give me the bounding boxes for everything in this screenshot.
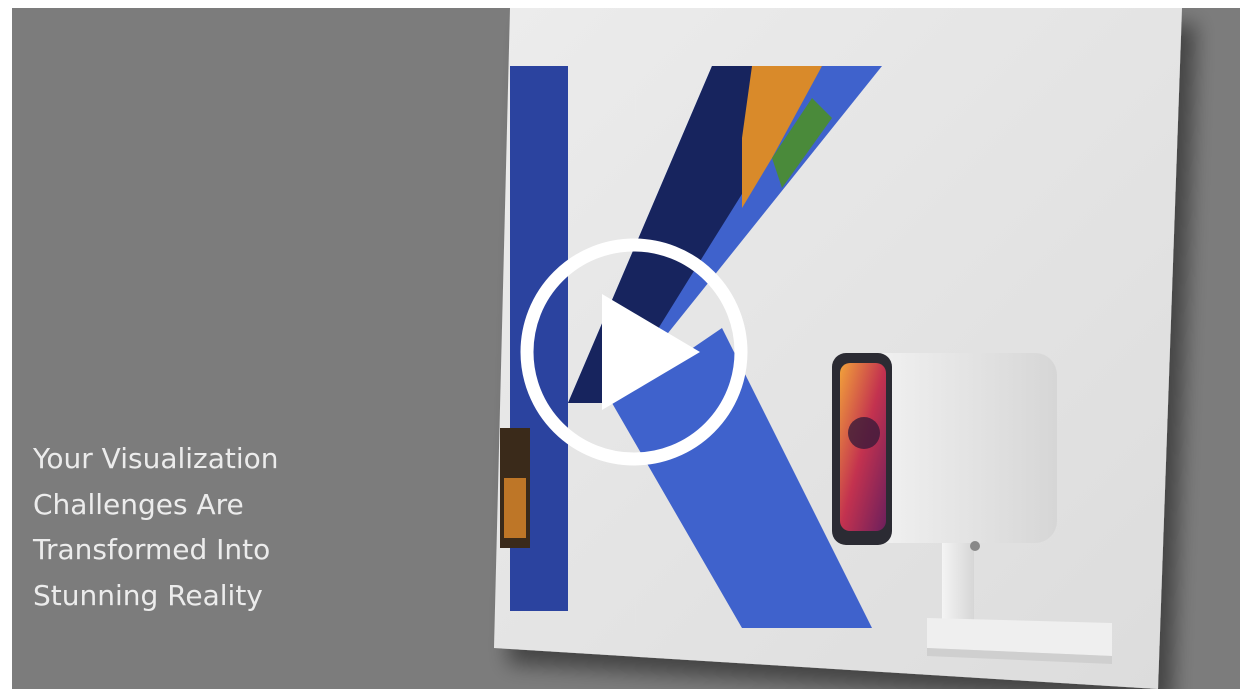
tagline-line-3: Transformed Into [33,533,271,566]
tagline-line-1: Your Visualization [33,442,279,475]
play-icon [520,238,748,466]
video-tagline: Your Visualization Challenges Are Transf… [33,436,373,618]
tagline-line-2: Challenges Are [33,487,244,521]
play-button[interactable] [518,236,750,468]
tagline-line-4: Stunning Reality [33,578,263,612]
video-poster[interactable]: Your Visualization Challenges Are Transf… [12,8,1240,689]
